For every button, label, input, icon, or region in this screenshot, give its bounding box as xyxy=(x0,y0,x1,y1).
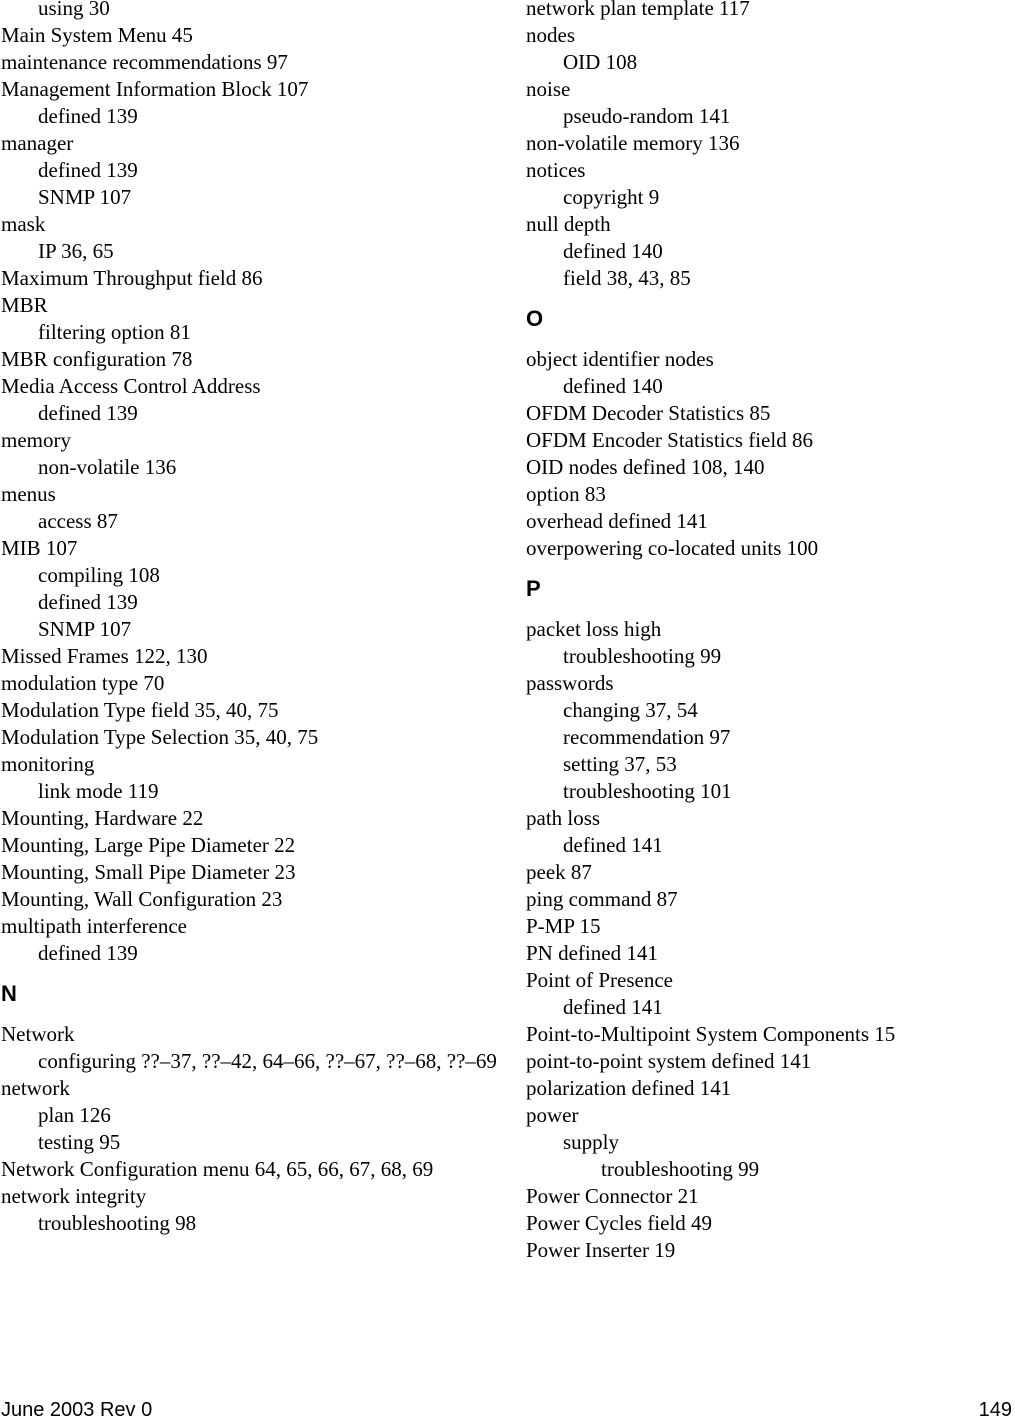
index-subentry: SNMP 107 xyxy=(38,617,132,641)
index-subsubentry: troubleshooting 99 xyxy=(601,1157,760,1181)
index-entry: network xyxy=(1,1076,70,1100)
index-entry: Network Configuration menu 64, 65, 66, 6… xyxy=(1,1157,434,1181)
index-subentry: testing 95 xyxy=(38,1130,121,1154)
index-subentry: using 30 xyxy=(38,0,110,20)
index-subentry: defined 141 xyxy=(563,995,663,1019)
section-letter: N xyxy=(1,981,17,1006)
index-entry: object identifier nodes xyxy=(526,347,714,371)
index-column-right: network plan template 117 nodes OID 108 noi… xyxy=(526,0,1015,1264)
index-entry: Power Cycles field 49 xyxy=(526,1211,713,1235)
index-subentry: access 87 xyxy=(38,509,118,533)
index-entry: MIB 107 xyxy=(1,536,78,560)
index-subentry: IP 36, 65 xyxy=(38,239,114,263)
index-subentry: supply xyxy=(563,1130,620,1154)
index-entry: memory xyxy=(1,428,71,452)
index-entry: Media Access Control Address xyxy=(1,374,261,398)
index-subentry: troubleshooting 101 xyxy=(563,779,732,803)
index-entry: multipath interference xyxy=(1,914,187,938)
index-entry: packet loss high xyxy=(526,617,662,641)
index-entry: Main System Menu 45 xyxy=(1,23,193,47)
index-entry: Mounting, Wall Configuration 23 xyxy=(1,887,283,911)
index-entry: peek 87 xyxy=(526,860,592,884)
index-entry: maintenance recommendations 97 xyxy=(1,50,288,74)
index-entry: Missed Frames 122, 130 xyxy=(1,644,208,668)
index-entry: overhead defined 141 xyxy=(526,509,708,533)
index-column-left: using 30 Main System Menu 45 maintenance r… xyxy=(1,0,501,1237)
index-entry: Mounting, Hardware 22 xyxy=(1,806,204,830)
index-entry: modulation type 70 xyxy=(1,671,165,695)
index-entry: passwords xyxy=(526,671,614,695)
index-entry: OFDM Encoder Statistics field 86 xyxy=(526,428,813,452)
index-subentry: defined 139 xyxy=(38,590,138,614)
page-number: 149 xyxy=(978,1399,1012,1421)
index-entry: point-to-point system defined 141 xyxy=(526,1049,812,1073)
index-subentry: SNMP 107 xyxy=(38,185,132,209)
index-subentry: defined 141 xyxy=(563,833,663,857)
index-subentry: defined 139 xyxy=(38,941,138,965)
index-subentry: field 38, 43, 85 xyxy=(563,266,691,290)
index-subentry: defined 139 xyxy=(38,401,138,425)
index-subentry: defined 139 xyxy=(38,104,138,128)
index-subentry: setting 37, 53 xyxy=(563,752,677,776)
index-entry: Mounting, Large Pipe Diameter 22 xyxy=(1,833,296,857)
index-entry: MBR xyxy=(1,293,48,317)
index-entry: polarization defined 141 xyxy=(526,1076,732,1100)
index-entry: Point of Presence xyxy=(526,968,673,992)
index-entry: monitoring xyxy=(1,752,95,776)
index-entry: menus xyxy=(1,482,56,506)
index-entry: nodes xyxy=(526,23,575,47)
index-entry: manager xyxy=(1,131,74,155)
index-subentry: compiling 108 xyxy=(38,563,160,587)
index-subentry: defined 140 xyxy=(563,239,663,263)
index-entry: notices xyxy=(526,158,586,182)
index-subentry: OID 108 xyxy=(563,50,638,74)
index-entry: OID nodes defined 108, 140 xyxy=(526,455,765,479)
index-entry: Management Information Block 107 xyxy=(1,77,309,101)
index-entry: MBR configuration 78 xyxy=(1,347,193,371)
index-entry: power xyxy=(526,1103,579,1127)
index-entry: ping command 87 xyxy=(526,887,678,911)
index-entry: overpowering co-located units 100 xyxy=(526,536,819,560)
index-subentry: link mode 119 xyxy=(38,779,159,803)
index-entry: Power Inserter 19 xyxy=(526,1238,676,1262)
index-entry: Network xyxy=(1,1022,75,1046)
index-entry: path loss xyxy=(526,806,601,830)
section-letter: P xyxy=(526,576,541,601)
index-entry: null depth xyxy=(526,212,611,236)
index-entry: Point-to-Multipoint System Components 15 xyxy=(526,1022,896,1046)
index-entry: Power Connector 21 xyxy=(526,1184,699,1208)
footer-revision: June 2003 Rev 0 xyxy=(1,1399,153,1421)
index-entry: mask xyxy=(1,212,46,236)
index-subentry: changing 37, 54 xyxy=(563,698,698,722)
index-subentry: non-volatile 136 xyxy=(38,455,177,479)
index-entry: Maximum Throughput field 86 xyxy=(1,266,263,290)
index-entry: Modulation Type Selection 35, 40, 75 xyxy=(1,725,319,749)
index-subentry: copyright 9 xyxy=(563,185,660,209)
index-subentry: configuring ??–37, ??–42, 64–66, ??–67, … xyxy=(38,1049,497,1073)
index-subentry: troubleshooting 99 xyxy=(563,644,722,668)
index-entry: network integrity xyxy=(1,1184,147,1208)
index-subentry: pseudo-random 141 xyxy=(563,104,731,128)
index-entry: PN defined 141 xyxy=(526,941,658,965)
index-entry: noise xyxy=(526,77,571,101)
index-entry: Mounting, Small Pipe Diameter 23 xyxy=(1,860,296,884)
index-subentry: defined 140 xyxy=(563,374,663,398)
section-letter: O xyxy=(526,306,544,331)
index-entry: option 83 xyxy=(526,482,606,506)
index-entry: non-volatile memory 136 xyxy=(526,131,740,155)
index-subentry: recommendation 97 xyxy=(563,725,731,749)
index-entry: OFDM Decoder Statistics 85 xyxy=(526,401,771,425)
index-subentry: defined 139 xyxy=(38,158,138,182)
index-subentry: troubleshooting 98 xyxy=(38,1211,197,1235)
index-entry: network plan template 117 xyxy=(526,0,750,20)
index-subentry: plan 126 xyxy=(38,1103,111,1127)
index-entry: P-MP 15 xyxy=(526,914,601,938)
index-entry: Modulation Type field 35, 40, 75 xyxy=(1,698,279,722)
index-subentry: filtering option 81 xyxy=(38,320,191,344)
